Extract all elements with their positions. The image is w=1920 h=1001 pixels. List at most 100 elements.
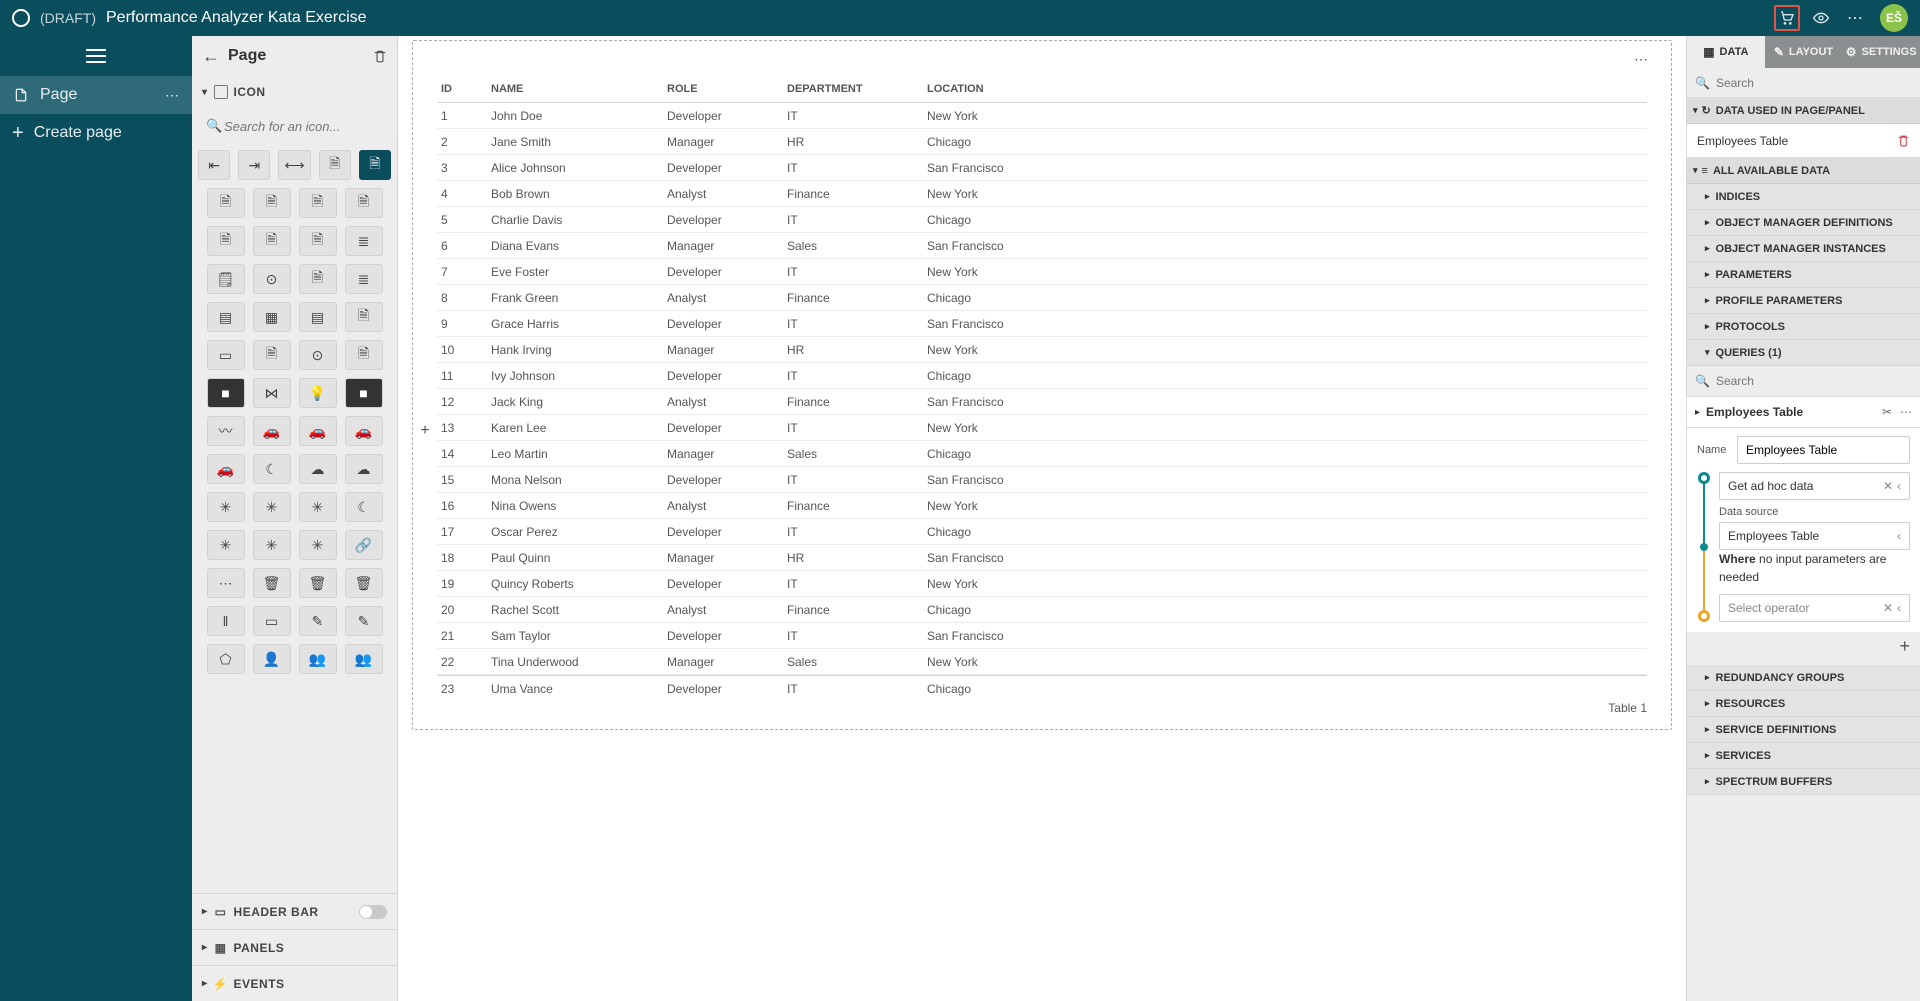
eye-icon[interactable] — [1808, 5, 1834, 31]
icon-chip[interactable]: 🗎 — [299, 226, 337, 256]
right-search[interactable]: 🔍 — [1687, 68, 1920, 98]
col-loc[interactable]: LOCATION — [923, 83, 1647, 95]
table-row[interactable]: 4Bob BrownAnalystFinanceNew York — [437, 181, 1647, 207]
icon-chip[interactable]: ✳ — [207, 530, 245, 560]
icon-chip[interactable]: ▤ — [299, 302, 337, 332]
table-container[interactable]: + ⋯ ID NAME ROLE DEPARTMENT LOCATION 1Jo… — [412, 40, 1672, 730]
icon-chip[interactable]: 🗎 — [299, 188, 337, 218]
col-id[interactable]: ID — [437, 83, 487, 95]
tab-layout[interactable]: ✎LAYOUT — [1765, 36, 1843, 68]
icon-chip[interactable]: ✎ — [299, 606, 337, 636]
table-row[interactable]: 13Karen LeeDeveloperITNew York — [437, 415, 1647, 441]
col-role[interactable]: ROLE — [663, 83, 783, 95]
section-icon[interactable]: ▾ ICON — [192, 76, 397, 108]
table-row[interactable]: 18Paul QuinnManagerHRSan Francisco — [437, 545, 1647, 571]
col-dept[interactable]: DEPARTMENT — [783, 83, 923, 95]
icon-chip[interactable]: 🗑 — [253, 568, 291, 598]
icon-chip[interactable]: 💡 — [299, 378, 337, 408]
icon-chip[interactable]: ⋈ — [253, 378, 291, 408]
chevron-left-icon[interactable]: ‹ — [1897, 529, 1901, 543]
section-panels[interactable]: ▸ ▦ PANELS — [192, 929, 397, 965]
icon-chip[interactable]: 🗎 — [253, 188, 291, 218]
icon-chip[interactable]: ▭ — [207, 340, 245, 370]
table-row[interactable]: 22Tina UnderwoodManagerSalesNew York — [437, 649, 1647, 675]
icon-chip[interactable]: 🗎 — [253, 340, 291, 370]
icon-chip[interactable]: 🗎 — [345, 340, 383, 370]
icon-chip[interactable]: ☾ — [253, 454, 291, 484]
menu-icon[interactable] — [86, 55, 106, 57]
tree-indices[interactable]: ▸INDICES — [1687, 184, 1920, 210]
icon-chip[interactable]: ⬠ — [207, 644, 245, 674]
icon-chip[interactable]: 🗒 — [207, 264, 245, 294]
nav-item-more-icon[interactable]: ⋯ — [165, 87, 180, 104]
table-row[interactable]: 16Nina OwensAnalystFinanceNew York — [437, 493, 1647, 519]
tree-svc[interactable]: ▸SERVICES — [1687, 743, 1920, 769]
icon-chip[interactable]: ☾ — [345, 492, 383, 522]
user-avatar[interactable]: EŠ — [1880, 4, 1908, 32]
tree-omd[interactable]: ▸OBJECT MANAGER DEFINITIONS — [1687, 210, 1920, 236]
icon-chip[interactable]: ☁ — [299, 454, 337, 484]
icon-chip[interactable]: ☁ — [345, 454, 383, 484]
section-header-bar[interactable]: ▸ ▭ HEADER BAR — [192, 893, 397, 929]
icon-chip[interactable]: 🚗 — [253, 416, 291, 446]
table-more-icon[interactable]: ⋯ — [1634, 51, 1649, 68]
table-row[interactable]: 14Leo MartinManagerSalesChicago — [437, 441, 1647, 467]
icon-chip[interactable]: ⋯ — [207, 568, 245, 598]
query-name-input[interactable] — [1737, 436, 1910, 464]
section-events[interactable]: ▸ ⚡ EVENTS — [192, 965, 397, 1001]
table-row[interactable]: 6Diana EvansManagerSalesSan Francisco — [437, 233, 1647, 259]
icon-chip[interactable]: ⟷ — [278, 150, 310, 180]
more-icon[interactable]: ⋯ — [1842, 5, 1868, 31]
table-row[interactable]: 23Uma VanceDeveloperITChicago — [437, 675, 1647, 701]
table-row[interactable]: 7Eve FosterDeveloperITNew York — [437, 259, 1647, 285]
tool-icon[interactable]: ✂ — [1882, 405, 1892, 419]
cart-icon[interactable] — [1774, 5, 1800, 31]
tree-proto[interactable]: ▸PROTOCOLS — [1687, 314, 1920, 340]
table-row[interactable]: 11Ivy JohnsonDeveloperITChicago — [437, 363, 1647, 389]
tree-sdef[interactable]: ▸SERVICE DEFINITIONS — [1687, 717, 1920, 743]
section-data-used[interactable]: ▾ ↻ DATA USED IN PAGE/PANEL — [1687, 98, 1920, 124]
icon-chip[interactable]: ‖ — [207, 606, 245, 636]
icon-chip[interactable]: 🚗 — [345, 416, 383, 446]
tree-omi[interactable]: ▸OBJECT MANAGER INSTANCES — [1687, 236, 1920, 262]
right-search-input[interactable] — [1710, 76, 1912, 90]
clear-icon[interactable]: ✕ — [1883, 479, 1893, 493]
table-row[interactable]: 3Alice JohnsonDeveloperITSan Francisco — [437, 155, 1647, 181]
more-icon[interactable]: ⋯ — [1900, 405, 1912, 419]
icon-chip[interactable]: ⇥ — [238, 150, 270, 180]
icon-chip[interactable]: 🔗 — [345, 530, 383, 560]
tree-params[interactable]: ▸PARAMETERS — [1687, 262, 1920, 288]
icon-chip[interactable]: ⊙ — [253, 264, 291, 294]
icon-chip[interactable]: 🗑 — [299, 568, 337, 598]
icon-search-input[interactable] — [200, 112, 389, 140]
section-all-available[interactable]: ▾ ≡ ALL AVAILABLE DATA — [1687, 158, 1920, 184]
icon-chip[interactable]: 〰 — [207, 416, 245, 446]
icon-chip[interactable]: 👥 — [299, 644, 337, 674]
icon-chip[interactable]: ≣ — [345, 264, 383, 294]
icon-chip[interactable]: 🗎 — [253, 226, 291, 256]
icon-chip[interactable]: 🗎 — [345, 302, 383, 332]
tree-res[interactable]: ▸RESOURCES — [1687, 691, 1920, 717]
icon-chip[interactable]: 🗑 — [345, 568, 383, 598]
icon-chip[interactable]: 👥 — [345, 644, 383, 674]
toggle-headerbar[interactable] — [359, 905, 387, 919]
icon-chip[interactable]: 👤 — [253, 644, 291, 674]
icon-chip[interactable]: ✎ — [345, 606, 383, 636]
table-row[interactable]: 19Quincy RobertsDeveloperITNew York — [437, 571, 1647, 597]
table-row[interactable]: 10Hank IrvingManagerHRNew York — [437, 337, 1647, 363]
icon-chip[interactable]: ✳ — [253, 492, 291, 522]
clear-icon[interactable]: ✕ — [1883, 601, 1893, 615]
table-row[interactable]: 1John DoeDeveloperITNew York — [437, 103, 1647, 129]
tree-pparams[interactable]: ▸PROFILE PARAMETERS — [1687, 288, 1920, 314]
icon-chip[interactable]: ⊙ — [299, 340, 337, 370]
icon-chip[interactable]: 🗎 — [207, 188, 245, 218]
delete-icon[interactable] — [1897, 134, 1910, 147]
table-row[interactable]: 17Oscar PerezDeveloperITChicago — [437, 519, 1647, 545]
icon-chip[interactable]: 🗎 — [319, 150, 351, 180]
icon-chip[interactable]: ▭ — [253, 606, 291, 636]
chevron-left-icon[interactable]: ‹ — [1897, 601, 1901, 615]
query-search-input[interactable] — [1710, 374, 1912, 388]
query-title-row[interactable]: ▸ Employees Table ✂ ⋯ — [1687, 396, 1920, 428]
query-search[interactable]: 🔍 — [1687, 366, 1920, 396]
nav-item-page[interactable]: Page ⋯ — [0, 76, 192, 114]
